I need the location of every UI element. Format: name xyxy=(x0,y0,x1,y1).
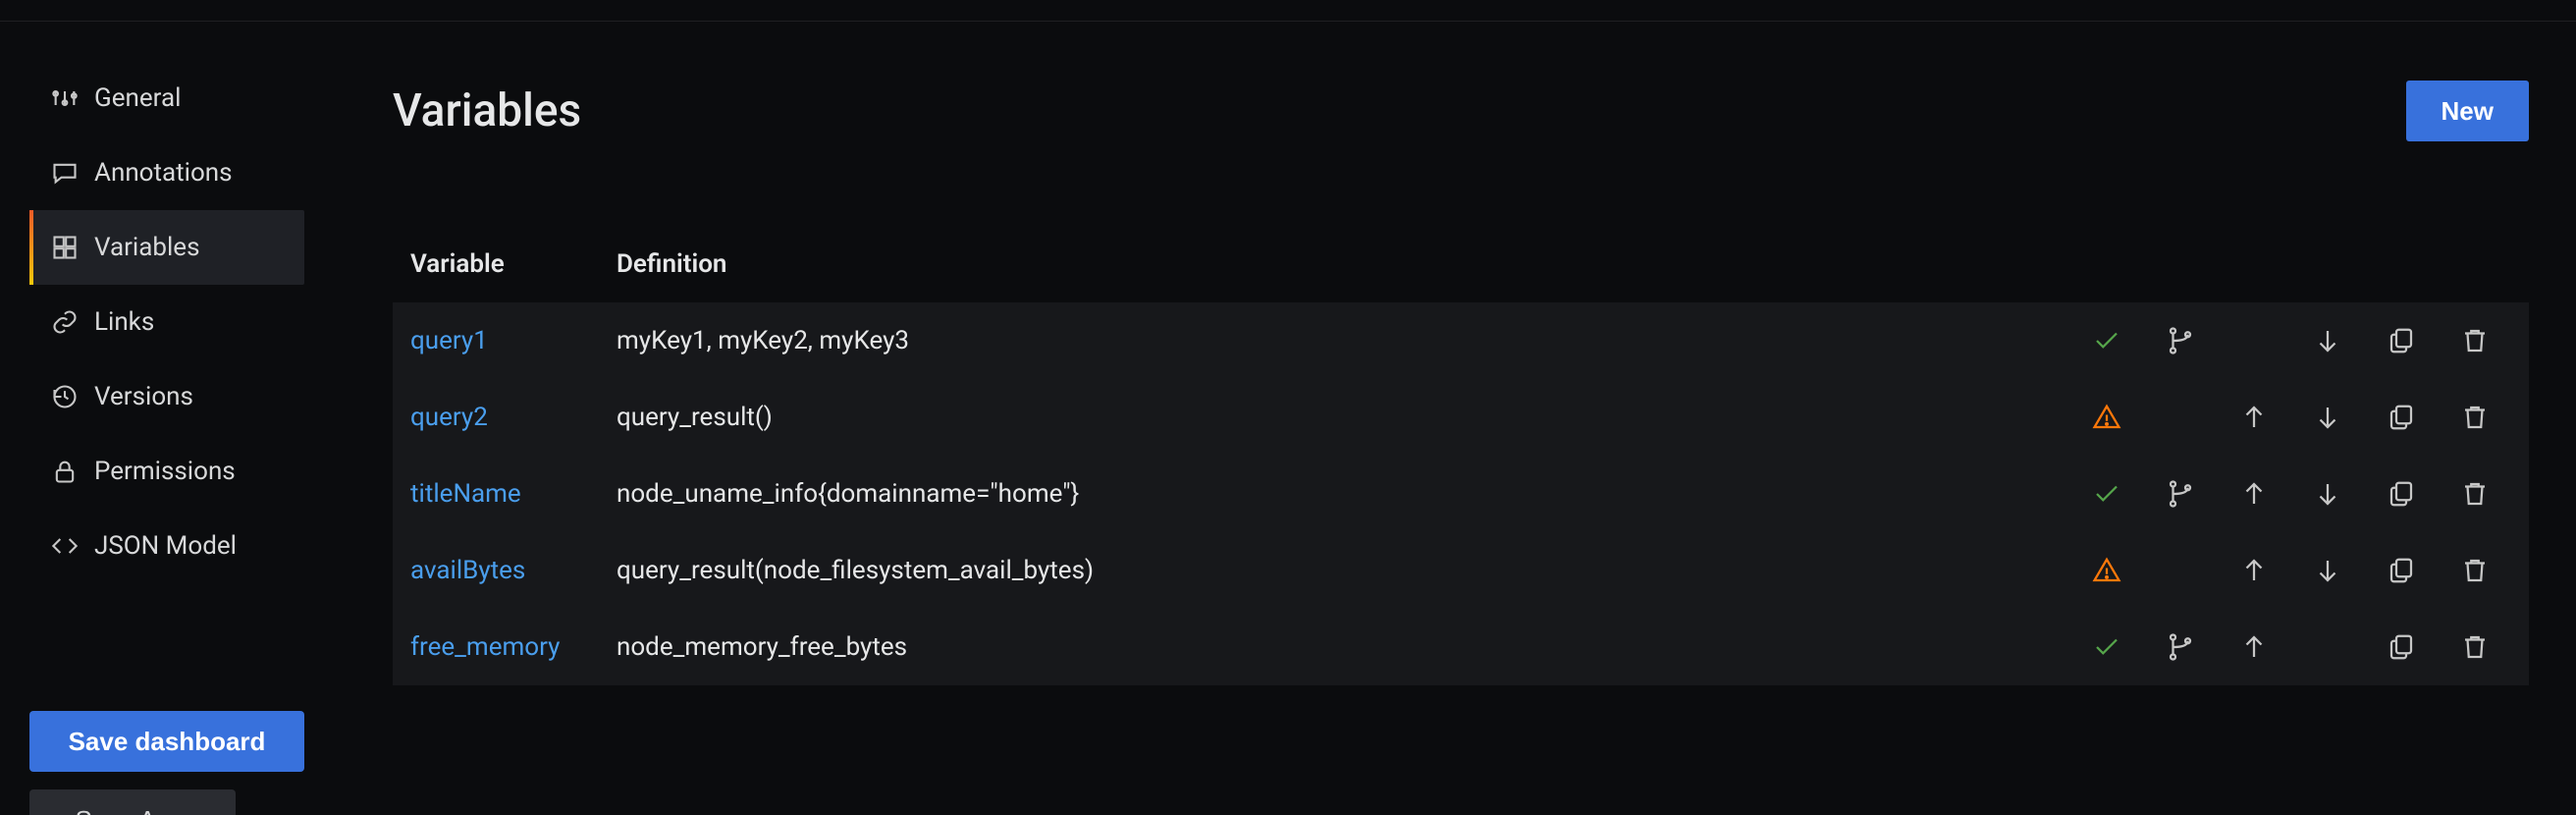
move-down-button[interactable] xyxy=(2290,302,2364,379)
sidebar-item-variables[interactable]: Variables xyxy=(29,210,304,285)
delete-button[interactable] xyxy=(2438,532,2511,609)
col-definition: Definition xyxy=(617,249,2069,279)
duplicate-button[interactable] xyxy=(2364,379,2438,456)
move-up-button[interactable] xyxy=(2217,609,2290,685)
code-icon xyxy=(51,532,79,560)
duplicate-button[interactable] xyxy=(2364,609,2438,685)
check-icon xyxy=(2069,609,2143,685)
lock-icon xyxy=(51,458,79,485)
sidebar-item-links[interactable]: Links xyxy=(29,285,304,359)
sidebar-item-general[interactable]: General xyxy=(29,61,304,136)
check-icon xyxy=(2069,456,2143,532)
table-row: free_memorynode_memory_free_bytes xyxy=(393,609,2529,685)
variable-definition: node_uname_info{domainname="home"} xyxy=(617,479,2069,509)
save-dashboard-button[interactable]: Save dashboard xyxy=(29,711,304,772)
delete-button[interactable] xyxy=(2438,456,2511,532)
sidebar-item-label: General xyxy=(94,83,181,113)
duplicate-button[interactable] xyxy=(2364,302,2438,379)
sidebar-item-label: Annotations xyxy=(94,158,233,188)
col-variable: Variable xyxy=(410,249,617,279)
variable-definition: query_result(node_filesystem_avail_bytes… xyxy=(617,556,2069,585)
move-down-button[interactable] xyxy=(2290,379,2364,456)
warning-icon xyxy=(2069,379,2143,456)
save-as-button[interactable]: Save As... xyxy=(29,789,236,815)
settings-sidebar: General Annotations Variables Links Vers… xyxy=(0,22,334,815)
variable-name-link[interactable]: query2 xyxy=(410,403,617,432)
duplicate-button[interactable] xyxy=(2364,456,2438,532)
sidebar-item-label: JSON Model xyxy=(94,531,237,561)
table-row: availBytesquery_result(node_filesystem_a… xyxy=(393,532,2529,609)
branch-icon[interactable] xyxy=(2143,302,2217,379)
sidebar-item-label: Versions xyxy=(94,382,193,411)
sidebar-item-label: Links xyxy=(94,307,154,337)
sidebar-item-label: Permissions xyxy=(94,457,236,486)
table-row: query1myKey1, myKey2, myKey3 xyxy=(393,302,2529,379)
link-icon xyxy=(51,308,79,336)
warning-icon xyxy=(2069,532,2143,609)
duplicate-button[interactable] xyxy=(2364,532,2438,609)
history-icon xyxy=(51,383,79,410)
move-up-button[interactable] xyxy=(2217,379,2290,456)
sidebar-item-annotations[interactable]: Annotations xyxy=(29,136,304,210)
table-header: Variable Definition xyxy=(393,249,2529,299)
table-row: query2query_result() xyxy=(393,379,2529,456)
variable-name-link[interactable]: free_memory xyxy=(410,632,617,662)
sidebar-item-permissions[interactable]: Permissions xyxy=(29,434,304,509)
variables-icon xyxy=(51,234,79,261)
variable-name-link[interactable]: availBytes xyxy=(410,556,617,585)
variable-definition: myKey1, myKey2, myKey3 xyxy=(617,326,2069,355)
check-icon xyxy=(2069,302,2143,379)
variable-definition: node_memory_free_bytes xyxy=(617,632,2069,662)
delete-button[interactable] xyxy=(2438,609,2511,685)
variable-name-link[interactable]: titleName xyxy=(410,479,617,509)
variable-definition: query_result() xyxy=(617,403,2069,432)
page-title: Variables xyxy=(393,84,581,137)
branch-icon[interactable] xyxy=(2143,609,2217,685)
sidebar-item-label: Variables xyxy=(94,233,200,262)
sidebar-item-versions[interactable]: Versions xyxy=(29,359,304,434)
variables-table: Variable Definition query1myKey1, myKey2… xyxy=(393,249,2529,685)
move-down-button[interactable] xyxy=(2290,456,2364,532)
move-up-button[interactable] xyxy=(2217,532,2290,609)
sliders-icon xyxy=(51,84,79,112)
delete-button[interactable] xyxy=(2438,379,2511,456)
variable-name-link[interactable]: query1 xyxy=(410,326,617,355)
delete-button[interactable] xyxy=(2438,302,2511,379)
sidebar-item-json-model[interactable]: JSON Model xyxy=(29,509,304,583)
table-row: titleNamenode_uname_info{domainname="hom… xyxy=(393,456,2529,532)
move-up-button[interactable] xyxy=(2217,456,2290,532)
comment-icon xyxy=(51,159,79,187)
main-content: Variables New Variable Definition query1… xyxy=(334,22,2576,815)
move-down-button[interactable] xyxy=(2290,532,2364,609)
top-bar xyxy=(0,0,2576,22)
branch-icon[interactable] xyxy=(2143,456,2217,532)
new-variable-button[interactable]: New xyxy=(2406,81,2529,141)
